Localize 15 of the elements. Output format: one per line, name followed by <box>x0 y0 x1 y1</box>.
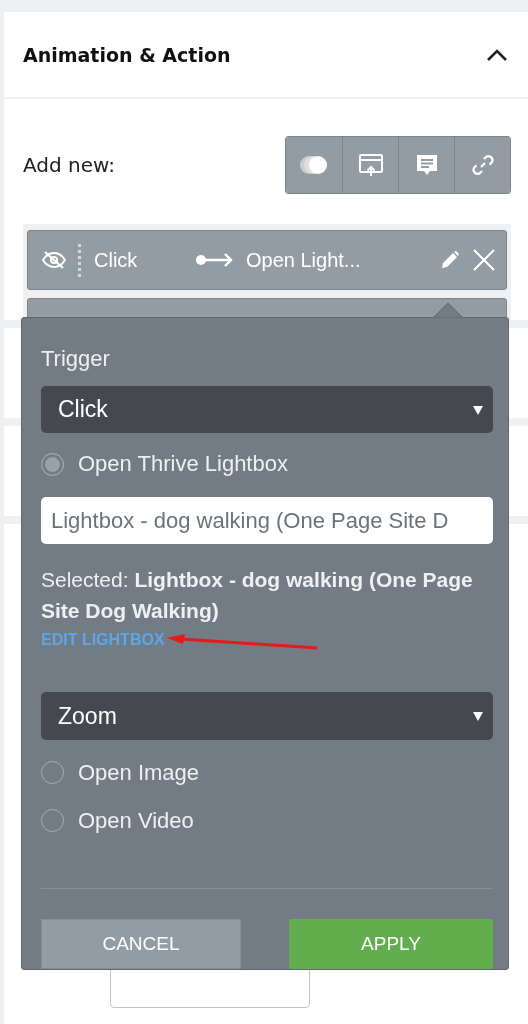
panel-title: Animation & Action <box>23 43 231 66</box>
action-name: Open Light... <box>246 248 361 272</box>
radio-option[interactable]: Open Video <box>41 805 493 836</box>
radio-option[interactable]: Open Image <box>41 757 493 788</box>
radio-option[interactable]: Open Thrive Lightbox <box>41 449 493 480</box>
action-trigger: Click <box>94 248 139 272</box>
apply-button[interactable]: APPLY <box>289 919 493 969</box>
trigger-select[interactable]: Click <box>41 386 493 434</box>
add-new-label: Add new: <box>23 153 116 177</box>
animation-select[interactable]: Zoom <box>41 692 493 740</box>
trigger-label: Trigger <box>41 346 111 372</box>
lightbox-field[interactable]: Lightbox - dog walking (One Page Site D <box>41 497 493 545</box>
selected-lightbox-text: Selected: Lightbox - dog walking (One Page Site Dog Walking) <box>41 567 474 625</box>
action-item[interactable]: Click Open Light... <box>27 230 507 290</box>
cancel-button[interactable]: CANCEL <box>41 919 241 969</box>
